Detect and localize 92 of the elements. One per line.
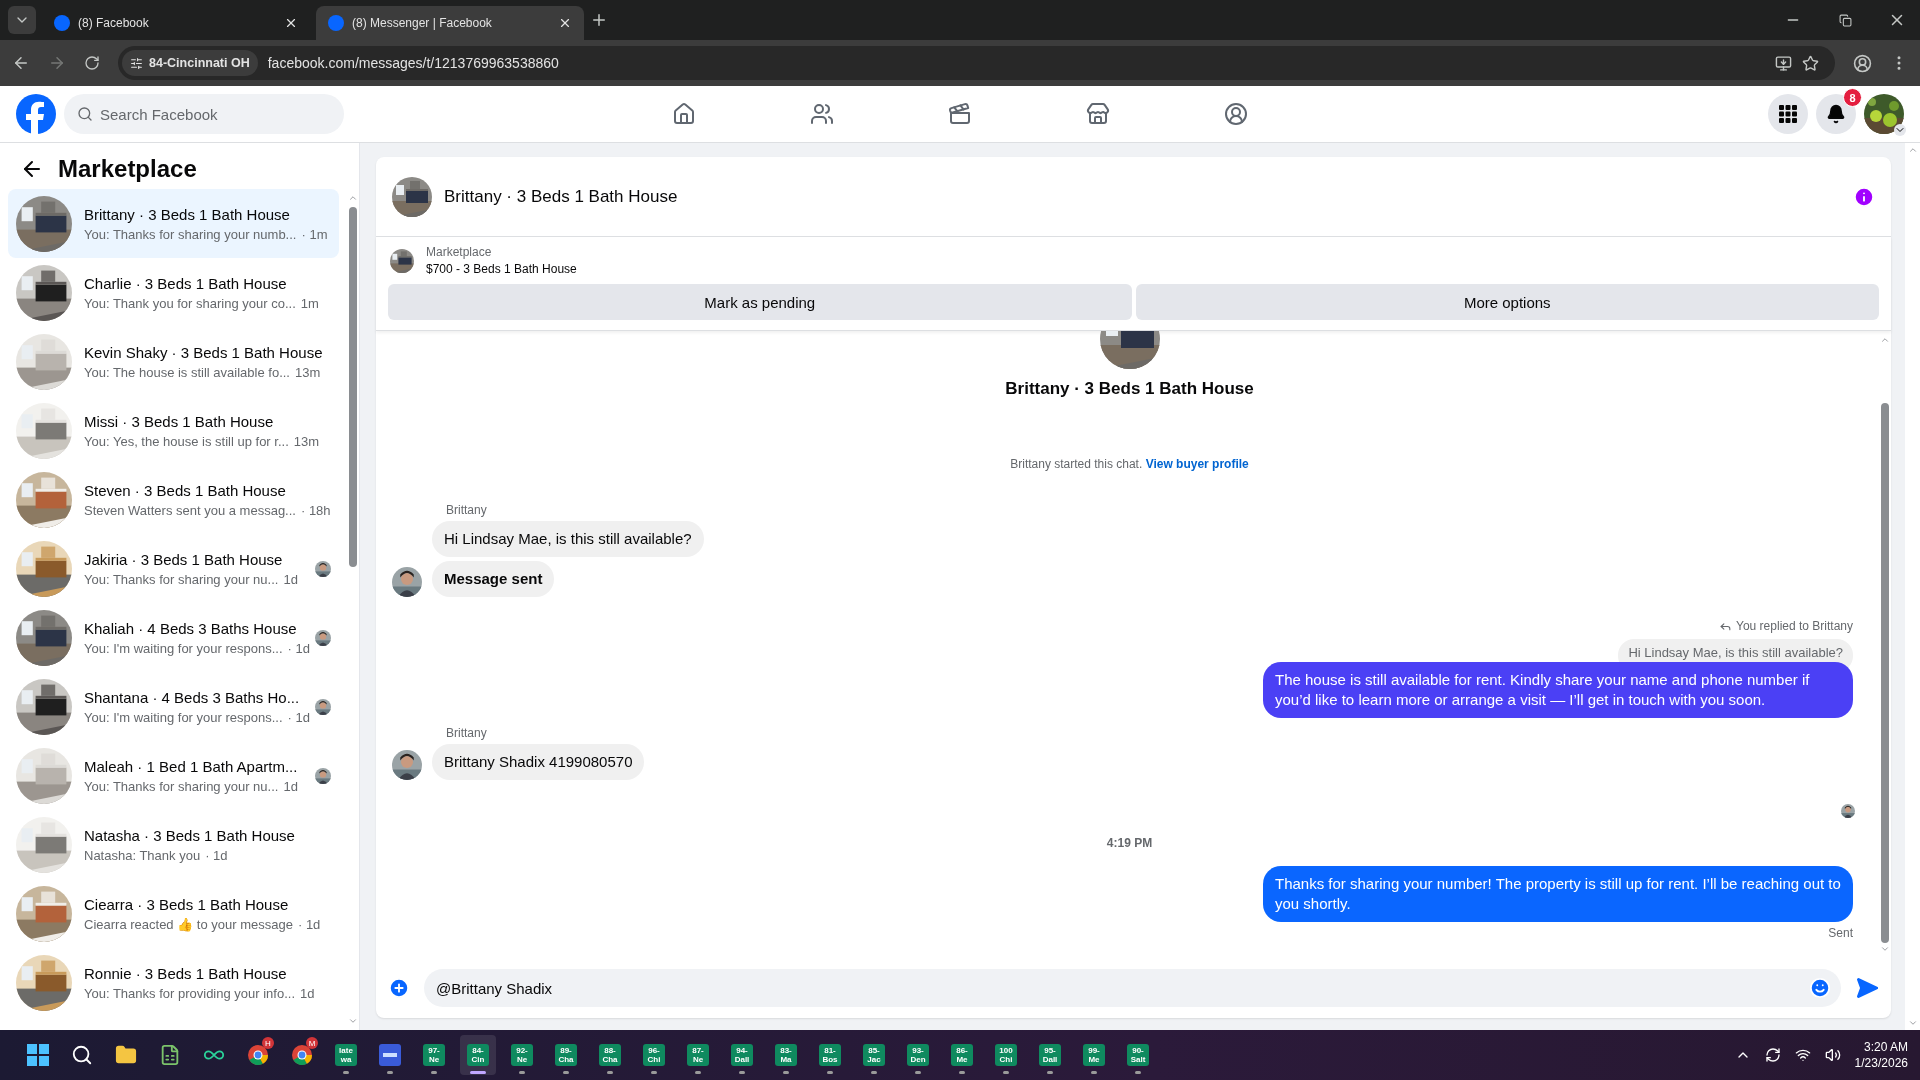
chevron-down-icon[interactable] — [1894, 124, 1906, 136]
sender-name: Brittany — [446, 503, 488, 517]
browser-tab[interactable]: (8) Facebook — [78, 16, 276, 30]
restore-icon[interactable] — [1838, 13, 1852, 27]
app-tile[interactable]: 95- Dall — [1032, 1035, 1068, 1075]
taskbar-clock[interactable]: 3:20 AM 1/23/2026 — [1854, 1040, 1908, 1070]
app-tile[interactable]: 100 Chi — [988, 1035, 1024, 1075]
start-icon[interactable] — [27, 1044, 49, 1066]
app-tile[interactable]: 87- Ne — [680, 1035, 716, 1075]
conversation-item[interactable]: Steven · 3 Beds 1 Bath House Steven Watters sent you a messag... · 18h — [8, 465, 339, 534]
site-info-chip[interactable]: 84-Cincinnati OH — [122, 50, 258, 76]
search-field[interactable]: Search Facebook — [64, 94, 344, 134]
new-tab-icon[interactable] — [590, 11, 608, 29]
buyer-profile-link[interactable]: View buyer profile — [1145, 457, 1249, 471]
bell-icon — [1826, 104, 1846, 124]
app-tile[interactable]: 81- Bos — [812, 1035, 848, 1075]
app-tile[interactable]: 92- Ne — [504, 1035, 540, 1075]
notification-badge: M — [306, 1037, 318, 1049]
app-tile[interactable]: 96- Chi — [636, 1035, 672, 1075]
facebook-logo[interactable] — [16, 94, 56, 134]
app-tile[interactable]: 89- Cha — [548, 1035, 584, 1075]
search-icon[interactable] — [71, 1044, 93, 1066]
app-tile[interactable]: 93- Den — [900, 1035, 936, 1075]
tune-icon — [130, 56, 143, 70]
conversation-item[interactable]: Brittany · 3 Beds 1 Bath House You: Thanks for sharing your numb... · 1m — [8, 189, 339, 258]
tab-list-button[interactable] — [8, 6, 36, 34]
grid-icon — [1779, 105, 1797, 123]
scrollbar-thumb[interactable] — [1881, 403, 1889, 943]
conversation-item[interactable]: Natasha · 3 Beds 1 Bath House Natasha: Thank you · 1d — [8, 810, 339, 879]
spreadsheet-icon[interactable] — [159, 1044, 181, 1066]
sender-name: Brittany — [446, 726, 488, 740]
install-icon[interactable] — [1775, 54, 1792, 72]
app-tile[interactable]: 97- Ne — [416, 1035, 452, 1075]
listing-button[interactable]: Mark as pending — [388, 284, 1132, 320]
notification-badge: H — [262, 1037, 274, 1049]
close-icon[interactable] — [284, 16, 298, 30]
message-bubble: Message sent — [432, 561, 555, 597]
message-bubble: Hi Lindsay Mae, is this still available? — [432, 521, 704, 557]
app-tile[interactable]: 84- Cin — [460, 1035, 496, 1075]
app-tile[interactable]: 90- Salt — [1120, 1035, 1156, 1075]
conversation-item[interactable]: Ronnie · 3 Beds 1 Bath House You: Thanks for providing your info... 1d — [8, 948, 339, 1017]
browser-icon[interactable] — [247, 1044, 269, 1066]
profile-icon[interactable] — [1853, 53, 1872, 73]
conversation-item[interactable]: Maleah · 1 Bed 1 Bath Apartm... You: Thanks for sharing your nu... 1d — [8, 741, 339, 810]
conversation-item[interactable]: Khaliah · 4 Beds 3 Baths House You: I'm waiting for your respons... · 1d — [8, 603, 339, 672]
folder-icon[interactable] — [115, 1044, 137, 1066]
listing-button[interactable]: More options — [1135, 284, 1879, 320]
conversation-item[interactable]: Charlie · 3 Beds 1 Bath House You: Thank you for sharing your co... 1m — [8, 258, 339, 327]
sidebar-title: Marketplace — [58, 155, 197, 183]
chat-intro-name: Brittany · 3 Beds 1 Bath House — [1005, 379, 1254, 399]
conversation-item[interactable]: Shantana · 4 Beds 3 Baths Ho... You: I'm waiting for your respons... · 1d — [8, 672, 339, 741]
app-tile[interactable]: 86- Me — [944, 1035, 980, 1075]
timestamp: 4:19 PM — [1105, 836, 1154, 850]
chat-title: Brittany · 3 Beds 1 Bath House — [444, 186, 679, 207]
apps-menu-button[interactable] — [1768, 94, 1808, 134]
app-icon — [379, 1044, 401, 1066]
conversation-item[interactable]: Kevin Shaky · 3 Beds 1 Bath House You: The house is still available fo... 13m — [8, 327, 339, 396]
app-tile[interactable]: 85- Jac — [856, 1035, 892, 1075]
listing-label: Marketplace — [426, 245, 493, 259]
volume-icon[interactable] — [1824, 1047, 1841, 1063]
app-tile[interactable]: late wa — [328, 1035, 364, 1075]
send-icon[interactable] — [1855, 976, 1879, 1000]
conversation-item[interactable]: Ciearra · 3 Beds 1 Bath House Ciearra reacted 👍 to your message · 1d — [8, 879, 339, 948]
app-tile[interactable]: 88- Cha — [592, 1035, 628, 1075]
app-tile[interactable]: 83- Ma — [768, 1035, 804, 1075]
conversation-item[interactable]: Missi · 3 Beds 1 Bath House You: Yes, the house is still up for r... 13m — [8, 396, 339, 465]
message-bubble: Thanks for sharing your number! The property is still up for rent. I’ll be reaching out to you shortly. — [1263, 866, 1853, 922]
back-icon[interactable] — [12, 54, 30, 72]
add-icon[interactable] — [388, 977, 410, 999]
reply-note: You replied to Brittany — [1736, 619, 1853, 633]
bookmark-icon[interactable] — [1802, 54, 1819, 72]
chat-start-note: Brittany started this chat. View buyer profile — [1009, 457, 1250, 471]
message-bubble: The house is still available for rent. Kindly share your name and phone number if you’d like to learn more or arrange a visit — I’ll get in touch with you soon. — [1263, 662, 1853, 718]
search-icon — [77, 106, 93, 122]
reload-icon[interactable] — [84, 55, 100, 71]
scrollbar-thumb[interactable] — [349, 207, 357, 567]
message-field[interactable]: @Brittany Shadix — [424, 969, 1841, 1007]
app-tile[interactable]: 94- Dall — [724, 1035, 760, 1075]
notifications-button[interactable] — [1816, 94, 1856, 134]
delivery-status: Sent — [1828, 926, 1853, 940]
conversation-item[interactable]: Jakiria · 3 Beds 1 Bath House You: Thanks for sharing your nu... 1d — [8, 534, 339, 603]
emoji-icon[interactable] — [1809, 977, 1831, 999]
app-tile[interactable]: 99- Me — [1076, 1035, 1112, 1075]
listing-title: $700 - 3 Beds 1 Bath House — [426, 262, 577, 276]
info-icon[interactable] — [1853, 185, 1875, 208]
browser-icon[interactable] — [291, 1044, 313, 1066]
close-icon[interactable] — [558, 16, 572, 30]
sync-icon[interactable] — [1764, 1047, 1781, 1063]
address-field[interactable]: facebook.com/messages/t/1213769963538860 — [267, 55, 1765, 71]
message-bubble: Brittany Shadix 4199080570 — [432, 744, 645, 780]
network-icon[interactable] — [1794, 1047, 1811, 1063]
notification-badge: 8 — [1843, 88, 1862, 107]
